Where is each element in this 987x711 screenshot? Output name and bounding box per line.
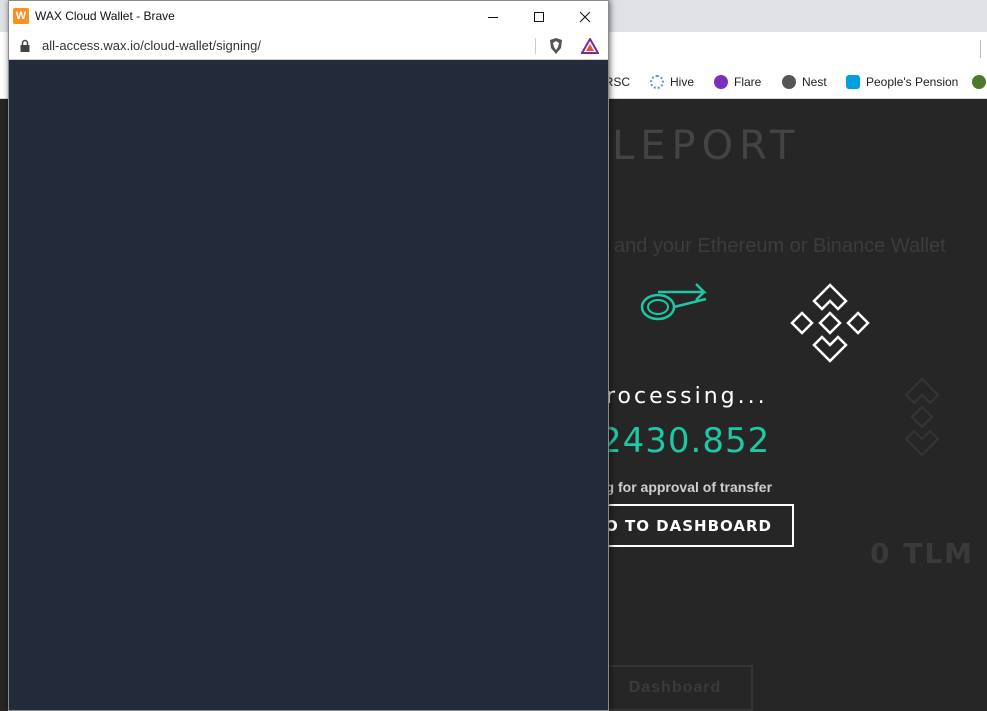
- bookmark-hive[interactable]: Hive: [650, 73, 694, 91]
- bookmark-peoples-pension[interactable]: People's Pension: [846, 73, 958, 91]
- bookmark-label: Nest: [802, 75, 827, 89]
- bookmark-label: Hive: [670, 75, 695, 89]
- flare-icon: [714, 75, 728, 89]
- binance-icon: [790, 283, 870, 363]
- back-to-dashboard-label: O TO DASHBOARD: [605, 516, 772, 535]
- address-bar-divider: [980, 40, 981, 58]
- waiting-status-text: ng for approval of transfer: [597, 479, 773, 495]
- hive-icon: [650, 75, 664, 89]
- minimize-icon: [488, 16, 498, 18]
- transfer-amount: 2430.852: [600, 421, 771, 461]
- dashboard-label: Dashboard: [628, 679, 722, 696]
- wax-cloud-wallet-popup: W WAX Cloud Wallet - Brave all-access.wa…: [8, 0, 609, 711]
- bookmark-flare[interactable]: Flare: [714, 73, 761, 91]
- popup-content-area: [9, 60, 608, 710]
- brave-shield-icon[interactable]: [548, 37, 564, 55]
- bookmark-label: People's Pension: [866, 75, 959, 89]
- close-button[interactable]: [562, 1, 608, 32]
- wax-logo-icon: W: [13, 8, 29, 24]
- brave-rewards-icon[interactable]: [581, 38, 599, 54]
- bookmark-label: Flare: [734, 75, 762, 89]
- arrow-icon: [640, 283, 708, 321]
- balance-text: 0 TLM: [870, 537, 975, 570]
- popup-title-bar[interactable]: W WAX Cloud Wallet - Brave: [9, 1, 608, 32]
- address-bar-separator: [535, 38, 536, 54]
- binance-watermark-icon: [904, 377, 940, 457]
- bookmark-overflow[interactable]: [972, 73, 987, 91]
- minimize-button[interactable]: [470, 1, 516, 32]
- globe-icon: [782, 75, 796, 89]
- popup-url-text[interactable]: all-access.wax.io/cloud-wallet/signing/: [42, 38, 261, 53]
- popup-window-title: WAX Cloud Wallet - Brave: [35, 9, 175, 23]
- page-heading: LEPORT: [612, 123, 801, 169]
- lock-icon: [20, 39, 30, 52]
- bookmark-nest[interactable]: Nest: [782, 73, 827, 91]
- processing-text: rocessing...: [606, 384, 768, 409]
- frog-icon: [972, 75, 986, 89]
- maximize-button[interactable]: [516, 1, 562, 32]
- close-icon: [579, 11, 591, 22]
- maximize-icon: [534, 11, 544, 22]
- page-subtitle: and your Ethereum or Binance Wallet: [614, 235, 946, 257]
- popup-address-bar[interactable]: all-access.wax.io/cloud-wallet/signing/: [9, 32, 608, 60]
- dashboard-button[interactable]: Dashboard: [597, 665, 753, 711]
- peoples-pension-icon: [846, 75, 860, 89]
